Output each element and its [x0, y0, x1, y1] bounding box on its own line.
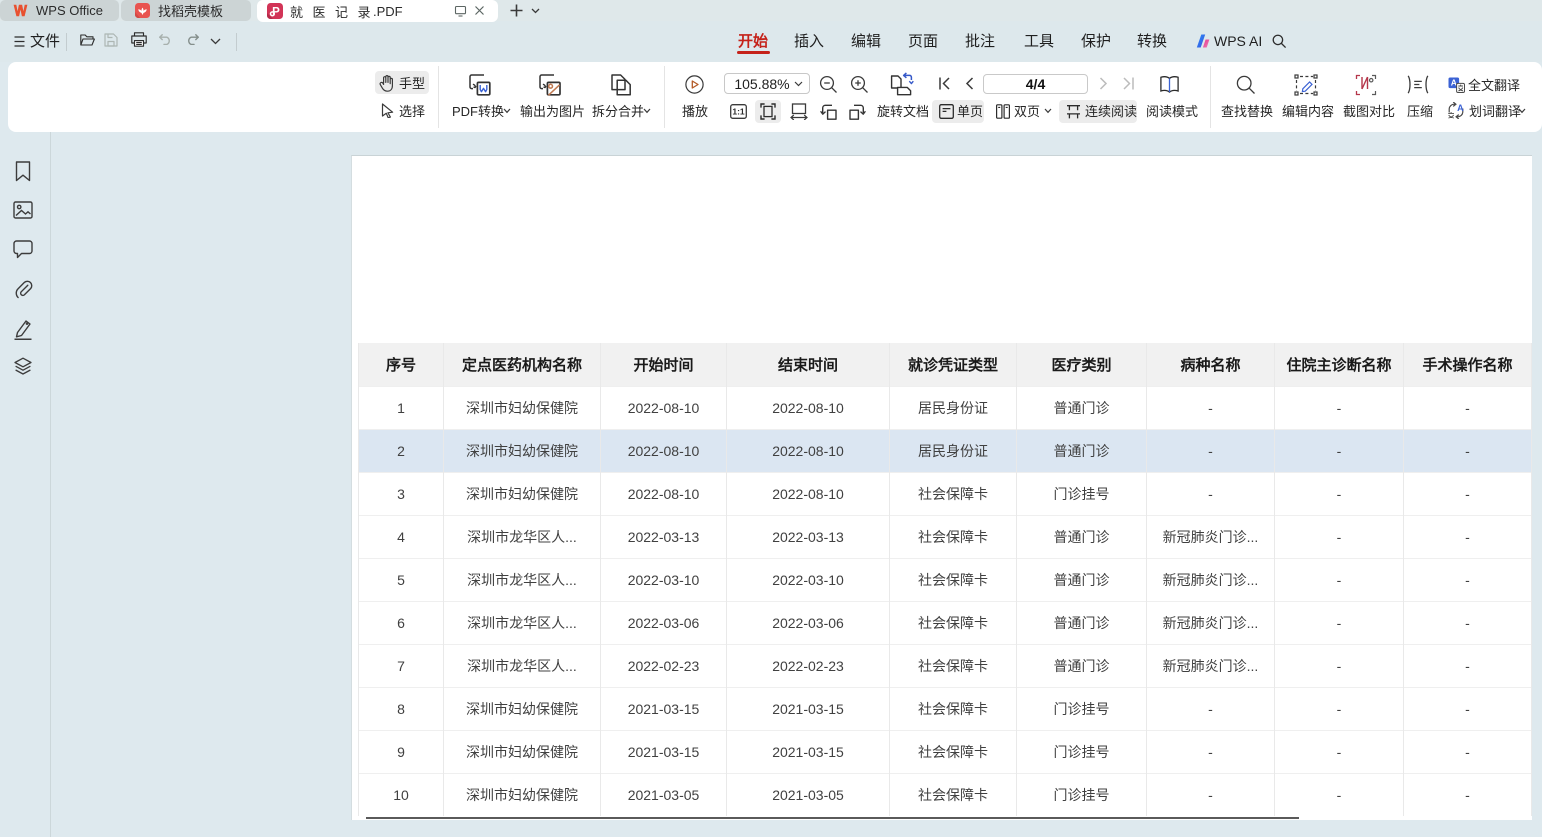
svg-text:A: A [1451, 78, 1457, 88]
svg-text:A: A [1457, 103, 1464, 113]
svg-text:1:1: 1:1 [732, 107, 745, 117]
